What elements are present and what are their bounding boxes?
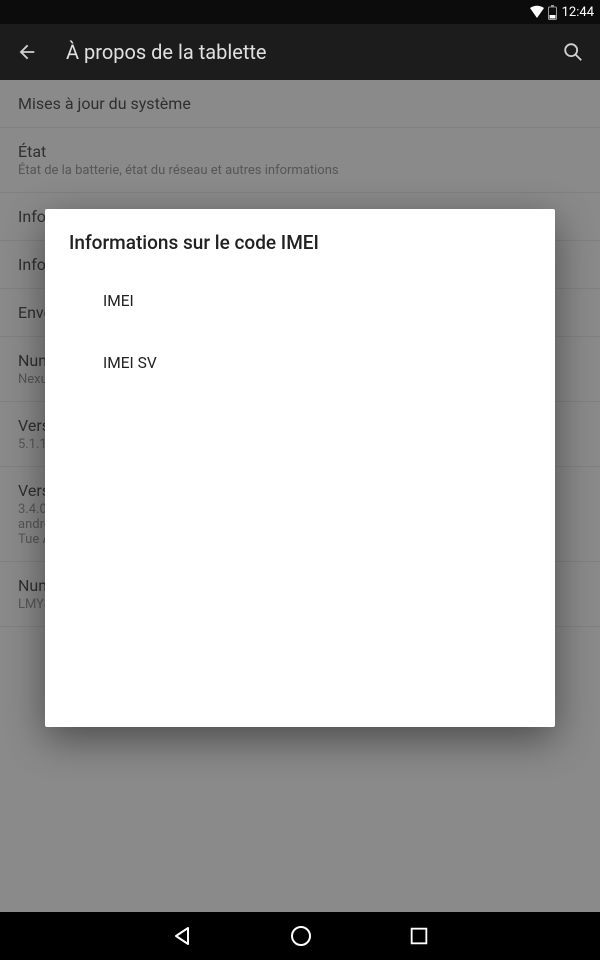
dialog-list: IMEI IMEI SV bbox=[45, 262, 555, 402]
battery-icon bbox=[548, 5, 557, 20]
navigation-bar bbox=[0, 912, 600, 960]
back-arrow-icon[interactable] bbox=[16, 41, 38, 63]
status-time: 12:44 bbox=[562, 5, 594, 20]
status-bar: 12:44 bbox=[0, 0, 600, 24]
app-bar: À propos de la tablette bbox=[0, 24, 600, 80]
nav-home-icon[interactable] bbox=[289, 924, 313, 948]
wifi-icon bbox=[529, 5, 545, 19]
search-icon[interactable] bbox=[562, 41, 584, 63]
nav-recent-icon[interactable] bbox=[408, 925, 430, 947]
page-title: À propos de la tablette bbox=[66, 40, 534, 64]
imei-dialog: Informations sur le code IMEI IMEI IMEI … bbox=[45, 209, 555, 727]
nav-back-icon[interactable] bbox=[170, 924, 194, 948]
dialog-title: Informations sur le code IMEI bbox=[45, 209, 555, 262]
dialog-item-imei-sv[interactable]: IMEI SV bbox=[45, 332, 555, 394]
dialog-item-imei[interactable]: IMEI bbox=[45, 270, 555, 332]
